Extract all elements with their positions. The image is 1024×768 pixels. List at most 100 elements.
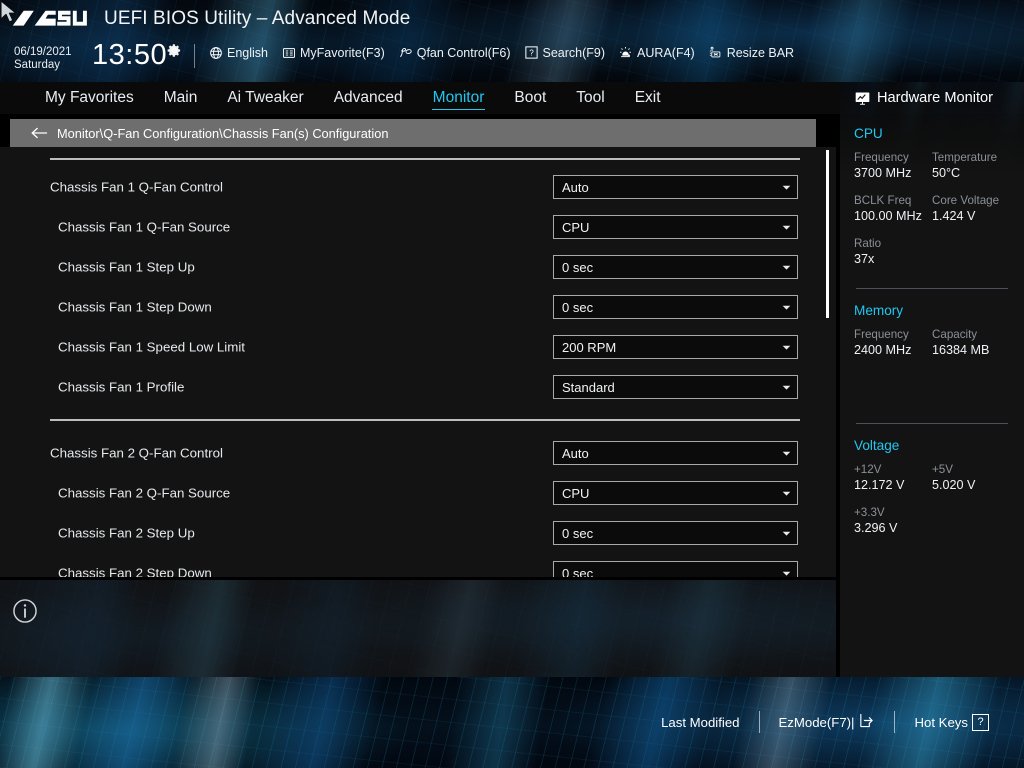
- hwmon-readout: +3.3V3.296 V: [854, 505, 1010, 537]
- setting-row[interactable]: Chassis Fan 1 Q-Fan SourceCPU: [0, 207, 836, 247]
- hwmon-readout-value: 100.00 MHz: [854, 208, 932, 225]
- dropdown-value: 0 sec: [554, 260, 775, 275]
- language-label: English: [227, 46, 268, 60]
- setting-dropdown[interactable]: 200 RPM: [553, 335, 798, 359]
- exit-arrow-icon: [858, 712, 875, 732]
- chevron-down-icon: [775, 182, 797, 193]
- hwmon-readout: Core Voltage1.424 V: [932, 193, 1010, 225]
- hwmon-readout-value: 2400 MHz: [854, 342, 932, 359]
- clock-display: 13:50: [92, 40, 167, 71]
- hwmon-separator: [856, 288, 1008, 289]
- question-box-icon: ?: [524, 45, 539, 60]
- tab-main[interactable]: Main: [149, 82, 213, 114]
- aura-button[interactable]: AURA(F4): [618, 45, 695, 60]
- dropdown-value: Standard: [554, 380, 775, 395]
- nav-tabs: My FavoritesMainAi TweakerAdvancedMonito…: [0, 82, 840, 114]
- search-button[interactable]: ? Search(F9): [524, 45, 606, 60]
- resize-bar-button[interactable]: Resize BAR: [708, 45, 794, 60]
- language-selector[interactable]: English: [208, 45, 268, 60]
- globe-icon: [208, 45, 223, 60]
- chevron-down-icon: [775, 382, 797, 393]
- breadcrumb[interactable]: Monitor\Q-Fan Configuration\Chassis Fan(…: [10, 119, 816, 147]
- tab-advanced[interactable]: Advanced: [319, 82, 418, 114]
- hwmon-readout-key: BCLK Freq: [854, 193, 932, 208]
- dropdown-value: 0 sec: [554, 526, 775, 541]
- setting-row[interactable]: Chassis Fan 2 Step Down 0 sec: [0, 553, 836, 577]
- setting-dropdown[interactable]: Standard: [553, 375, 798, 399]
- setting-row[interactable]: Chassis Fan 2 Step Up0 sec: [0, 513, 836, 553]
- vertical-scrollbar-thumb[interactable]: [826, 150, 829, 318]
- chevron-down-icon: [775, 448, 797, 459]
- hardware-monitor-panel: Hardware Monitor CPUFrequency3700 MHzTem…: [840, 82, 1024, 677]
- setting-dropdown[interactable]: 0 sec: [553, 255, 798, 279]
- setting-dropdown[interactable]: Auto: [553, 175, 798, 199]
- hwmon-separator: [856, 423, 1008, 424]
- tab-my-favorites[interactable]: My Favorites: [30, 82, 149, 114]
- setting-row[interactable]: Chassis Fan 2 Q-Fan Source CPU: [0, 473, 836, 513]
- hwmon-readout: Frequency2400 MHz: [854, 327, 932, 359]
- hwmon-readout-key: +5V: [932, 462, 1010, 477]
- setting-dropdown[interactable]: CPU: [553, 481, 798, 505]
- hwmon-readout-value: 1.424 V: [932, 208, 1010, 225]
- setting-row[interactable]: Chassis Fan 1 Step Up 0 sec: [0, 247, 836, 287]
- hardware-monitor-title: Hardware Monitor: [854, 84, 1010, 112]
- hwmon-readouts: Frequency2400 MHzCapacity16384 MB: [854, 327, 1010, 370]
- asus-logo: [12, 6, 90, 32]
- setting-row[interactable]: Chassis Fan 1 Step Down0 sec: [0, 287, 836, 327]
- setting-dropdown[interactable]: Auto: [553, 441, 798, 465]
- myfavorite-icon: [281, 45, 296, 60]
- hwmon-readout-value: 12.172 V: [854, 477, 932, 494]
- tab-monitor[interactable]: Monitor: [418, 82, 500, 114]
- setting-row[interactable]: Chassis Fan 2 Q-Fan ControlAuto: [0, 433, 836, 473]
- tab-tool[interactable]: Tool: [561, 82, 619, 114]
- settings-panel: Chassis Fan 1 Q-Fan ControlAutoChassis F…: [0, 147, 836, 577]
- qfan-icon: [398, 45, 413, 60]
- myfavorite-button[interactable]: MyFavorite(F3): [281, 45, 385, 60]
- hwmon-readout: BCLK Freq100.00 MHz: [854, 193, 932, 225]
- hwmon-readouts: Frequency3700 MHzTemperature50°CBCLK Fre…: [854, 150, 1010, 279]
- last-modified-label: Last Modified: [661, 715, 739, 730]
- setting-label: Chassis Fan 1 Q-Fan Control: [50, 180, 223, 195]
- setting-row[interactable]: Chassis Fan 1 ProfileStandard: [0, 367, 836, 407]
- chevron-down-icon: [775, 488, 797, 499]
- weekday-value: Saturday: [14, 59, 72, 72]
- setting-row[interactable]: Chassis Fan 1 Speed Low Limit 200 RPM: [0, 327, 836, 367]
- monitor-icon: [854, 91, 871, 106]
- qfan-control-button[interactable]: Qfan Control(F6): [398, 45, 511, 60]
- info-circle-icon[interactable]: [12, 598, 38, 624]
- tab-ai-tweaker[interactable]: Ai Tweaker: [212, 82, 318, 114]
- hwmon-readout-key: Core Voltage: [932, 193, 1010, 208]
- gear-icon[interactable]: [167, 43, 182, 58]
- hwmon-readout-key: Frequency: [854, 150, 932, 165]
- setting-dropdown[interactable]: 0 sec: [553, 521, 798, 545]
- dropdown-value: 0 sec: [554, 566, 775, 578]
- hot-keys-button[interactable]: Hot Keys ?: [895, 714, 1008, 731]
- tab-boot[interactable]: Boot: [499, 82, 561, 114]
- hwmon-readout-key: Ratio: [854, 236, 1010, 251]
- setting-label: Chassis Fan 1 Step Up: [58, 260, 195, 275]
- tab-exit[interactable]: Exit: [620, 82, 676, 114]
- top-header: UEFI BIOS Utility – Advanced Mode 06/19/…: [0, 0, 1024, 82]
- setting-label: Chassis Fan 1 Speed Low Limit: [58, 340, 245, 355]
- hwmon-readout-value: 16384 MB: [932, 342, 1010, 359]
- panel-top-rule: [50, 158, 800, 160]
- svg-text:?: ?: [529, 49, 534, 58]
- resize-bar-icon: [708, 45, 723, 60]
- ezmode-button[interactable]: EzMode(F7)|: [760, 712, 895, 732]
- setting-dropdown[interactable]: 0 sec: [553, 561, 798, 577]
- chevron-down-icon: [775, 528, 797, 539]
- footer-links: Last Modified EzMode(F7)| Hot Keys ?: [642, 711, 1008, 733]
- back-arrow-icon[interactable]: [30, 126, 48, 140]
- header-divider: [194, 44, 195, 68]
- hwmon-readout-value: 5.020 V: [932, 477, 1010, 494]
- setting-label: Chassis Fan 2 Q-Fan Source: [58, 486, 230, 501]
- hwmon-readout-key: Capacity: [932, 327, 1010, 342]
- hwmon-readout-value: 50°C: [932, 165, 1010, 182]
- dropdown-value: Auto: [554, 446, 775, 461]
- hwmon-readout-key: Frequency: [854, 327, 932, 342]
- setting-dropdown[interactable]: 0 sec: [553, 295, 798, 319]
- setting-label: Chassis Fan 2 Step Down: [58, 566, 212, 578]
- setting-row[interactable]: Chassis Fan 1 Q-Fan Control Auto: [0, 167, 836, 207]
- last-modified-button[interactable]: Last Modified: [642, 715, 758, 730]
- setting-dropdown[interactable]: CPU: [553, 215, 798, 239]
